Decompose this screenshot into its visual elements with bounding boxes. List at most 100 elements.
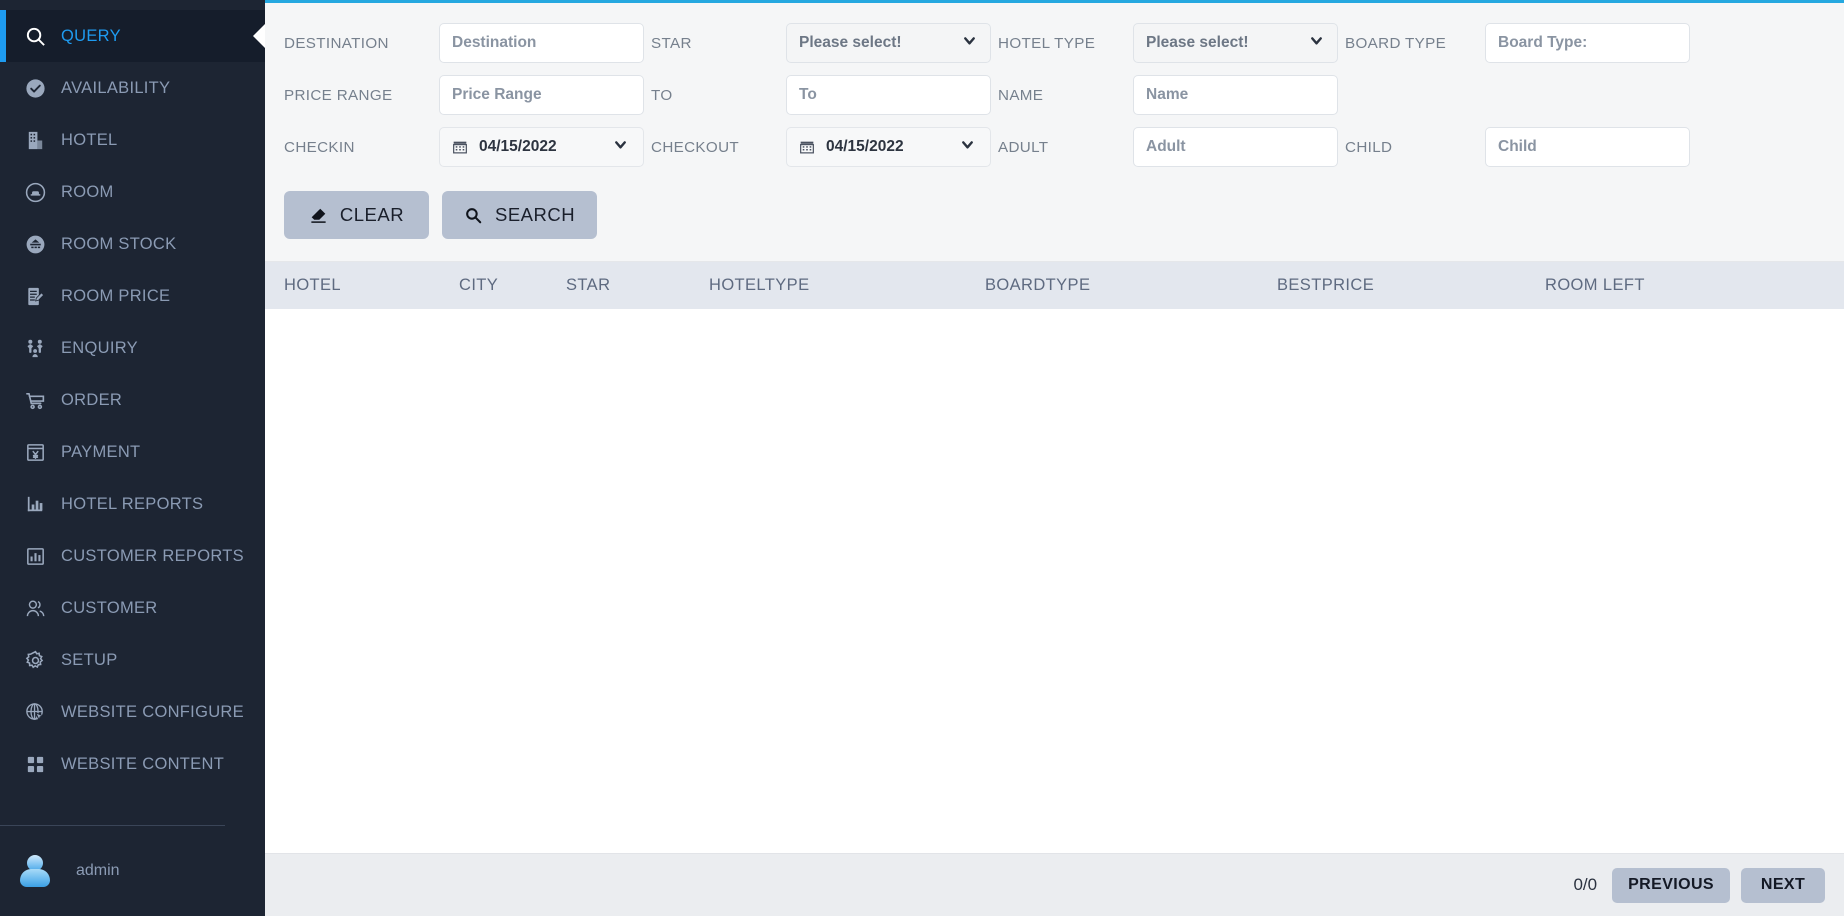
column-header-star[interactable]: STAR [566, 276, 709, 295]
checkin-field: 04/15/2022 [439, 127, 651, 167]
chevron-down-icon [961, 32, 978, 54]
price-range-input[interactable] [439, 75, 644, 115]
chart-box-icon [16, 545, 54, 568]
table-header-row: HOTEL CITY STAR HOTELTYPE BOARDTYPE BEST… [265, 262, 1844, 309]
name-label: NAME [998, 86, 1044, 104]
checkout-field: 04/15/2022 [786, 127, 998, 167]
sidebar-item-availability[interactable]: AVAILABILITY [0, 62, 265, 114]
adult-input[interactable] [1133, 127, 1338, 167]
name-field [1133, 75, 1345, 115]
destination-label: DESTINATION [284, 34, 389, 52]
stock-circle-icon [16, 233, 54, 256]
column-header-hotel[interactable]: HOTEL [284, 276, 459, 295]
column-header-hoteltype[interactable]: HOTELTYPE [709, 276, 985, 295]
board-type-label: BOARD TYPE [1345, 34, 1447, 52]
chevron-down-icon [959, 136, 976, 158]
checkout-value: 04/15/2022 [826, 138, 904, 155]
clear-button[interactable]: CLEAR [284, 191, 429, 239]
board-type-field [1485, 23, 1697, 63]
sidebar-item-customer-reports[interactable]: CUSTOMER REPORTS [0, 530, 265, 582]
sidebar-user[interactable]: admin [0, 826, 265, 916]
filter-grid: DESTINATION STAR Please select! HOTEL TY… [265, 17, 1844, 173]
active-notch-icon [253, 23, 265, 49]
price-range-label: PRICE RANGE [284, 86, 393, 104]
sidebar-item-label: AVAILABILITY [61, 78, 171, 97]
search-button[interactable]: SEARCH [442, 191, 598, 239]
hotel-type-label: HOTEL TYPE [998, 34, 1096, 52]
sidebar-item-room[interactable]: ROOM [0, 166, 265, 218]
checkin-value: 04/15/2022 [479, 138, 557, 155]
people-icon [16, 337, 54, 360]
sidebar-top-strip [0, 0, 265, 10]
adult-field [1133, 127, 1345, 167]
search-button-label: SEARCH [495, 204, 576, 225]
eraser-icon [309, 206, 328, 225]
column-header-city[interactable]: CITY [459, 276, 566, 295]
building-icon [16, 129, 54, 152]
star-field: Please select! [786, 23, 998, 63]
sidebar: QUERY AVAILABILITY HOTEL ROOM ROOM STOCK… [0, 0, 265, 916]
globe-cursor-icon [16, 701, 54, 724]
page-count: 0/0 [1573, 875, 1598, 894]
sidebar-item-hotel[interactable]: HOTEL [0, 114, 265, 166]
sidebar-item-label: ORDER [61, 390, 123, 409]
destination-input[interactable] [439, 23, 644, 63]
filter-actions: CLEAR SEARCH [265, 173, 1844, 261]
checkin-datepicker[interactable]: 04/15/2022 [439, 127, 644, 167]
sidebar-item-order[interactable]: ORDER [0, 374, 265, 426]
star-select-value: Please select! [799, 34, 902, 51]
users-icon [16, 597, 54, 620]
sidebar-item-label: HOTEL REPORTS [61, 494, 204, 513]
previous-page-button[interactable]: PREVIOUS [1612, 867, 1730, 903]
sidebar-item-label: HOTEL [61, 130, 118, 149]
chevron-down-icon [612, 136, 629, 158]
checkout-datepicker[interactable]: 04/15/2022 [786, 127, 991, 167]
results-table: HOTEL CITY STAR HOTELTYPE BOARDTYPE BEST… [265, 261, 1844, 853]
sidebar-item-setup[interactable]: SETUP [0, 634, 265, 686]
table-body [265, 309, 1844, 853]
bar-chart-icon [16, 493, 54, 516]
hotel-type-select-value: Please select! [1146, 34, 1249, 51]
grid-squares-icon [16, 753, 54, 776]
app-root: QUERY AVAILABILITY HOTEL ROOM ROOM STOCK… [0, 0, 1844, 916]
sidebar-item-room-stock[interactable]: ROOM STOCK [0, 218, 265, 270]
sidebar-item-payment[interactable]: PAYMENT [0, 426, 265, 478]
sidebar-item-room-price[interactable]: ROOM PRICE [0, 270, 265, 322]
sidebar-item-hotel-reports[interactable]: HOTEL REPORTS [0, 478, 265, 530]
sidebar-item-customer[interactable]: CUSTOMER [0, 582, 265, 634]
checkout-label: CHECKOUT [651, 138, 740, 156]
column-header-room-left[interactable]: ROOM LEFT [1545, 276, 1844, 295]
chevron-down-icon [1308, 32, 1325, 54]
calendar-icon [799, 139, 815, 155]
sidebar-item-label: WEBSITE CONFIGURE [61, 702, 244, 721]
check-circle-icon [16, 77, 54, 100]
to-label: TO [651, 86, 673, 104]
main-content: DESTINATION STAR Please select! HOTEL TY… [265, 0, 1844, 916]
bed-circle-icon [16, 181, 54, 204]
column-header-boardtype[interactable]: BOARDTYPE [985, 276, 1277, 295]
filter-panel: DESTINATION STAR Please select! HOTEL TY… [265, 3, 1844, 261]
hotel-type-select[interactable]: Please select! [1133, 23, 1338, 63]
next-page-button[interactable]: NEXT [1741, 867, 1825, 903]
shopping-cart-icon [16, 389, 54, 412]
sidebar-item-label: PAYMENT [61, 442, 141, 461]
clear-button-label: CLEAR [339, 204, 405, 225]
star-select[interactable]: Please select! [786, 23, 991, 63]
sidebar-nav: QUERY AVAILABILITY HOTEL ROOM ROOM STOCK… [0, 10, 265, 825]
column-header-bestprice[interactable]: BESTPRICE [1277, 276, 1545, 295]
sidebar-item-website-configure[interactable]: WEBSITE CONFIGURE [0, 686, 265, 738]
sidebar-item-label: SETUP [61, 650, 118, 669]
sidebar-item-query[interactable]: QUERY [0, 10, 265, 62]
to-input[interactable] [786, 75, 991, 115]
name-input[interactable] [1133, 75, 1338, 115]
sidebar-item-label: QUERY [61, 26, 121, 45]
search-icon [464, 206, 483, 225]
sidebar-item-website-content[interactable]: WEBSITE CONTENT [0, 738, 265, 790]
sidebar-item-enquiry[interactable]: ENQUIRY [0, 322, 265, 374]
clipboard-edit-icon [16, 285, 54, 308]
adult-label: ADULT [998, 138, 1049, 156]
sidebar-item-label: ENQUIRY [61, 338, 138, 357]
sidebar-item-label: CUSTOMER [61, 598, 158, 617]
board-type-input[interactable] [1485, 23, 1690, 63]
child-input[interactable] [1485, 127, 1690, 167]
